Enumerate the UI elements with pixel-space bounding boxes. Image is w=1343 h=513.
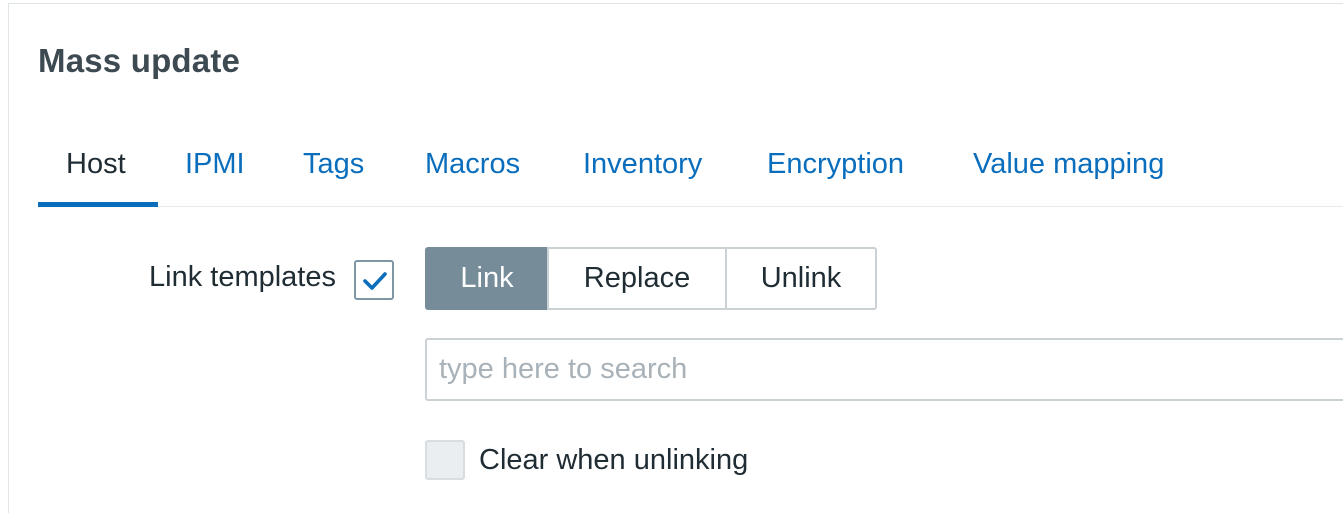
- tab-host[interactable]: Host: [66, 124, 126, 206]
- clear-when-unlinking-label: Clear when unlinking: [479, 444, 749, 476]
- checkmark-icon: [363, 272, 387, 290]
- tab-encryption[interactable]: Encryption: [767, 124, 904, 206]
- link-mode-unlink-button[interactable]: Unlink: [725, 247, 877, 310]
- link-templates-checkbox[interactable]: [354, 260, 394, 300]
- tab-inventory[interactable]: Inventory: [583, 124, 702, 206]
- link-templates-label: Link templates: [149, 261, 336, 293]
- dialog-title: Mass update: [38, 42, 241, 79]
- template-search-input[interactable]: [425, 338, 1343, 401]
- active-tab-indicator: [38, 202, 158, 207]
- mass-update-dialog: Mass update Host IPMI Tags Macros Invent…: [8, 3, 1343, 513]
- clear-when-unlinking-checkbox[interactable]: [425, 440, 465, 480]
- tab-value-mapping[interactable]: Value mapping: [973, 124, 1164, 206]
- link-mode-replace-button[interactable]: Replace: [547, 247, 727, 310]
- tab-tags[interactable]: Tags: [303, 124, 364, 206]
- link-mode-segmented-control: Link Replace Unlink: [425, 247, 877, 310]
- tab-bar: Host IPMI Tags Macros Inventory Encrypti…: [38, 124, 1343, 207]
- link-mode-link-button[interactable]: Link: [425, 247, 549, 310]
- tab-macros[interactable]: Macros: [425, 124, 520, 206]
- tab-ipmi[interactable]: IPMI: [185, 124, 245, 206]
